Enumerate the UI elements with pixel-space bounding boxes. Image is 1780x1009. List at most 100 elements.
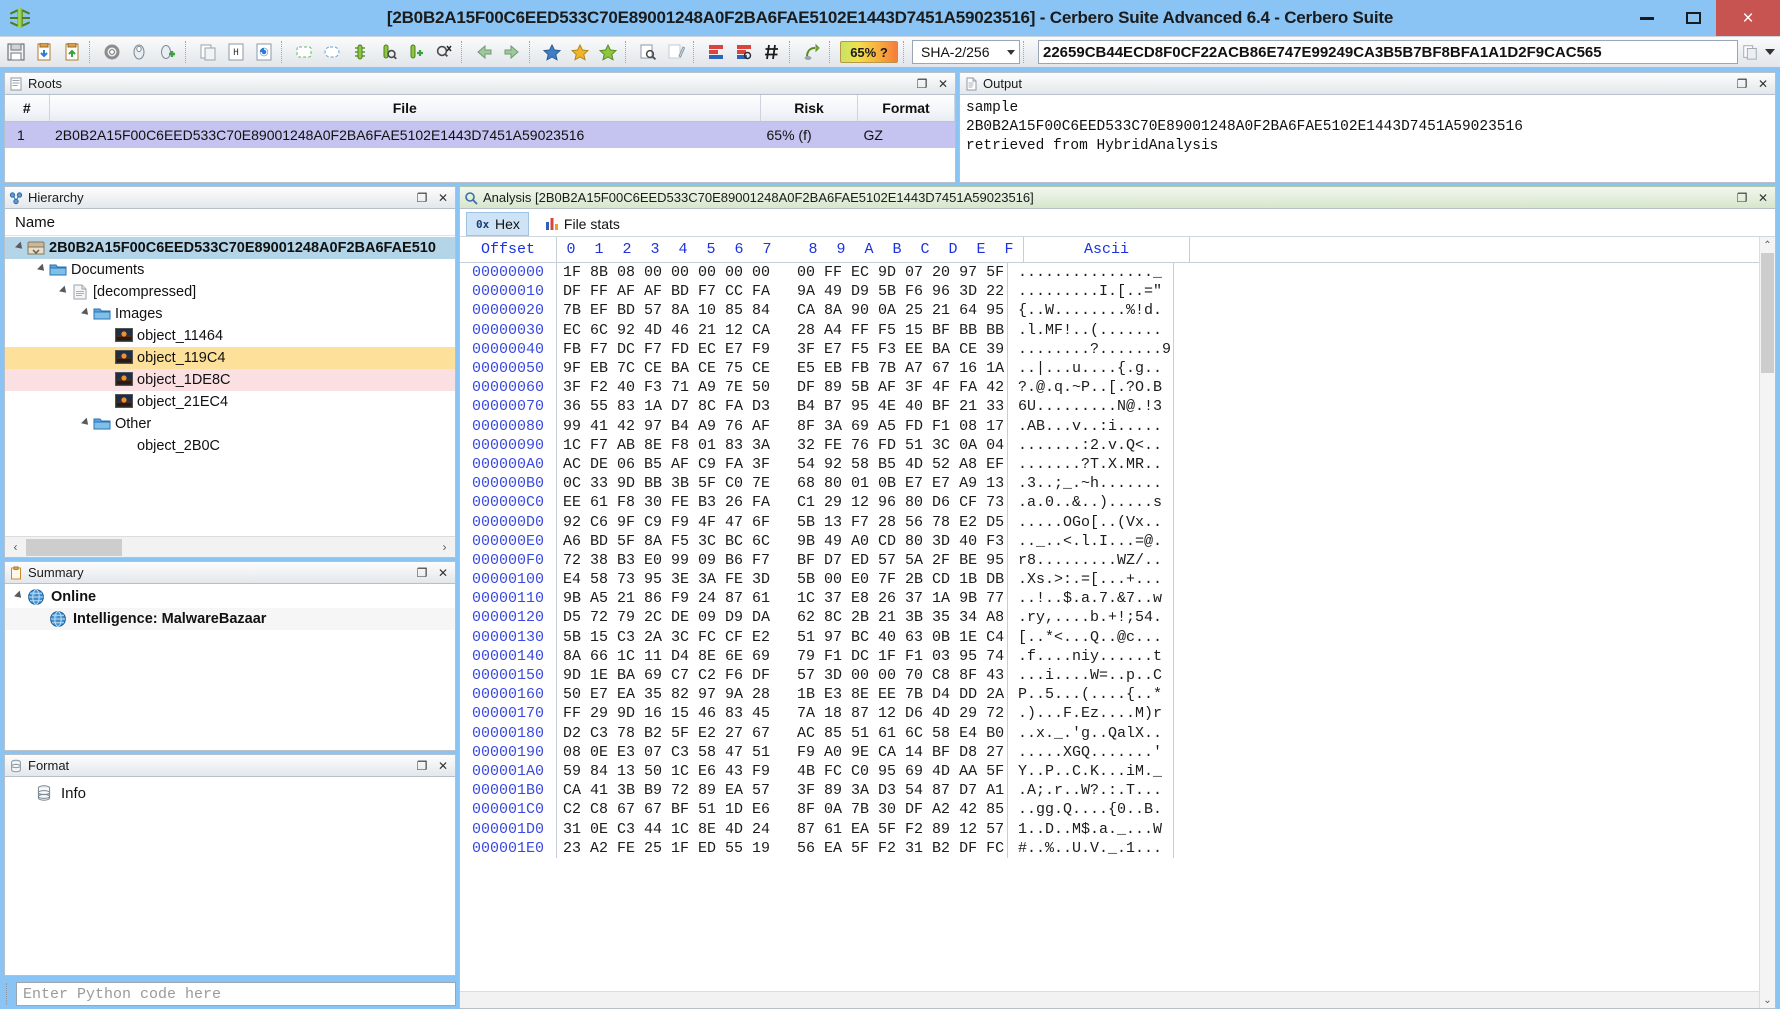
hex-row[interactable]: 000001305B 15 C3 2A 3C FC CF E2 51 97 BC…: [460, 628, 1759, 647]
hex-row[interactable]: 00000170FF 29 9D 16 15 46 83 45 7A 18 87…: [460, 704, 1759, 723]
hierarchy-scroll-track[interactable]: [26, 537, 434, 558]
tab-file-stats[interactable]: File stats: [535, 212, 629, 236]
hex-row[interactable]: 000001509D 1E BA 69 C7 C2 F6 DF 57 3D 00…: [460, 666, 1759, 685]
filter-search-icon[interactable]: [374, 39, 402, 65]
hex-row[interactable]: 00000100E4 58 73 95 3E 3A FE 3D 5B 00 E0…: [460, 570, 1759, 589]
roots-col-file[interactable]: File: [49, 95, 761, 121]
hierarchy-column-header[interactable]: Name: [5, 209, 455, 236]
save-icon[interactable]: [2, 39, 30, 65]
hex-row[interactable]: 000001A059 84 13 50 1C E6 43 F9 4B FC C0…: [460, 762, 1759, 781]
hex-rows-container[interactable]: 000000001F 8B 08 00 00 00 00 00 00 FF EC…: [460, 263, 1759, 991]
hierarchy-scroll-thumb[interactable]: [26, 539, 122, 556]
filter-add-icon[interactable]: [402, 39, 430, 65]
scroll-up-icon[interactable]: ⌃: [1760, 237, 1775, 253]
hex-row[interactable]: 000000D092 C6 9F C9 F9 4F 47 6F 5B 13 F7…: [460, 512, 1759, 531]
export-icon[interactable]: [58, 39, 86, 65]
summary-node-intelligence-malwarebazaar[interactable]: Intelligence: MalwareBazaar: [5, 608, 455, 630]
scroll-right-icon[interactable]: ›: [434, 537, 455, 558]
hex-icon[interactable]: H: [222, 39, 250, 65]
hex-row[interactable]: 000000001F 8B 08 00 00 00 00 00 00 FF EC…: [460, 263, 1759, 282]
summary-close-button[interactable]: ✕: [435, 565, 451, 581]
carve-icon[interactable]: [798, 39, 826, 65]
hex-row[interactable]: 000001C0C2 C8 67 67 BF 51 1D E6 8F 0A 7B…: [460, 800, 1759, 819]
maximize-button[interactable]: [1670, 0, 1716, 36]
tab-hex[interactable]: 0x Hex: [466, 212, 529, 236]
scroll-down-icon[interactable]: ⌄: [1760, 992, 1775, 1008]
hex-scroll-track[interactable]: [1760, 253, 1775, 992]
expand-arrow-icon[interactable]: [79, 420, 93, 428]
expand-arrow-icon[interactable]: [35, 266, 49, 274]
roots-close-button[interactable]: ✕: [935, 76, 951, 92]
minimize-button[interactable]: [1624, 0, 1670, 36]
hierarchy-node-documents[interactable]: Documents: [5, 259, 455, 281]
hex-row[interactable]: 00000180D2 C3 78 B2 5F E2 27 67 AC 85 51…: [460, 724, 1759, 743]
hierarchy-close-button[interactable]: ✕: [435, 190, 451, 206]
hex-offset-header[interactable]: Offset: [460, 241, 556, 258]
output-float-button[interactable]: ❐: [1734, 76, 1750, 92]
hierarchy-node-object-1de8c[interactable]: object_1DE8C: [5, 369, 455, 391]
hex-row[interactable]: 000000E0A6 BD 5F 8A F5 3C BC 6C 9B 49 A0…: [460, 532, 1759, 551]
format-float-button[interactable]: ❐: [414, 758, 430, 774]
table-row[interactable]: 1 2B0B2A15F00C6EED533C70E89001248A0F2BA6…: [5, 121, 955, 148]
import-icon[interactable]: [30, 39, 58, 65]
risk-badge[interactable]: 65% ?: [840, 41, 898, 63]
hash-value-field[interactable]: 22659CB44ECD8F0CF22ACB86E747E99249CA3B5B…: [1038, 40, 1738, 64]
expand-arrow-icon[interactable]: [79, 310, 93, 318]
edit-scan-icon[interactable]: [634, 39, 662, 65]
close-button[interactable]: ×: [1716, 0, 1780, 36]
hierarchy-node-other[interactable]: Other: [5, 413, 455, 435]
hash-algorithm-select[interactable]: SHA-2/256: [912, 40, 1020, 64]
hex-row[interactable]: 000000509F EB 7C CE BA CE 75 CE E5 EB FB…: [460, 359, 1759, 378]
expand-arrow-icon[interactable]: [11, 593, 27, 601]
hex-row[interactable]: 000001D031 0E C3 44 1C 8E 4D 24 87 61 EA…: [460, 819, 1759, 838]
layout-search-icon[interactable]: [730, 39, 758, 65]
hex-row[interactable]: 0000016050 E7 EA 35 82 97 9A 28 1B E3 8E…: [460, 685, 1759, 704]
hex-row[interactable]: 0000008099 41 42 97 B4 A9 76 AF 8F 3A 69…: [460, 417, 1759, 436]
output-panel-body[interactable]: sample 2B0B2A15F00C6EED533C70E89001248A0…: [959, 94, 1776, 183]
hex-row[interactable]: 0000019008 0E E3 07 C3 58 47 51 F9 A0 9E…: [460, 743, 1759, 762]
analysis-float-button[interactable]: ❐: [1734, 190, 1750, 206]
hex-row[interactable]: 000001109B A5 21 86 F9 24 87 61 1C 37 E8…: [460, 589, 1759, 608]
hex-row[interactable]: 000000F072 38 B3 E0 99 09 B6 F7 BF D7 ED…: [460, 551, 1759, 570]
forward-arrow-icon[interactable]: [498, 39, 526, 65]
format-node-info[interactable]: Info: [5, 781, 455, 805]
analysis-close-button[interactable]: ✕: [1755, 190, 1771, 206]
hex-row[interactable]: 000001B0CA 41 3B B9 72 89 EA 57 3F 89 3A…: [460, 781, 1759, 800]
hex-scroll-thumb[interactable]: [1761, 253, 1774, 373]
hierarchy-node-object-11464[interactable]: object_11464: [5, 325, 455, 347]
expand-arrow-icon[interactable]: [13, 244, 27, 252]
output-close-button[interactable]: ✕: [1755, 76, 1771, 92]
hex-vertical-scrollbar[interactable]: ⌃ ⌄: [1759, 237, 1775, 1008]
scroll-left-icon[interactable]: ‹: [5, 537, 26, 558]
toolbar-overflow-button[interactable]: [1762, 49, 1778, 55]
summary-float-button[interactable]: ❐: [414, 565, 430, 581]
back-arrow-icon[interactable]: [470, 39, 498, 65]
hex-row[interactable]: 00000120D5 72 79 2C DE 09 D9 DA 62 8C 2B…: [460, 608, 1759, 627]
hex-row[interactable]: 00000040FB F7 DC F7 FD EC E7 F9 3F E7 F5…: [460, 340, 1759, 359]
hex-row[interactable]: 000000A0AC DE 06 B5 AF C9 FA 3F 54 92 58…: [460, 455, 1759, 474]
roots-float-button[interactable]: ❐: [914, 76, 930, 92]
roots-col-num[interactable]: #: [5, 95, 49, 121]
hex-row[interactable]: 000000901C F7 AB 8E F8 01 83 3A 32 FE 76…: [460, 436, 1759, 455]
filter-icon[interactable]: [346, 39, 374, 65]
scan-add-icon[interactable]: [154, 39, 182, 65]
hierarchy-node-decompressed[interactable]: [decompressed]: [5, 281, 455, 303]
python-code-input[interactable]: Enter Python code here: [16, 982, 456, 1006]
hex-ascii-header[interactable]: Ascii: [1024, 241, 1189, 258]
bookmark-gold-icon[interactable]: [566, 39, 594, 65]
hierarchy-float-button[interactable]: ❐: [414, 190, 430, 206]
expand-arrow-icon[interactable]: [57, 288, 71, 296]
hex-row[interactable]: 00000030EC 6C 92 4D 46 21 12 CA 28 A4 FF…: [460, 321, 1759, 340]
hierarchy-node-object-2b0c[interactable]: object_2B0C: [5, 435, 455, 457]
refresh-icon[interactable]: [250, 39, 278, 65]
hex-row[interactable]: 000000B00C 33 9D BB 3B 5F C0 7E 68 80 01…: [460, 474, 1759, 493]
hex-row[interactable]: 0000007036 55 83 1A D7 8C FA D3 B4 B7 95…: [460, 397, 1759, 416]
settings-icon[interactable]: [98, 39, 126, 65]
hex-row[interactable]: 000000C0EE 61 F8 30 FE B3 26 FA C1 29 12…: [460, 493, 1759, 512]
python-bar-grip[interactable]: [6, 983, 12, 1005]
copy-hash-icon[interactable]: [1738, 44, 1762, 60]
edit-pencil-icon[interactable]: [662, 39, 690, 65]
format-close-button[interactable]: ✕: [435, 758, 451, 774]
scan-icon[interactable]: [126, 39, 154, 65]
hierarchy-node-object-119c4[interactable]: object_119C4: [5, 347, 455, 369]
